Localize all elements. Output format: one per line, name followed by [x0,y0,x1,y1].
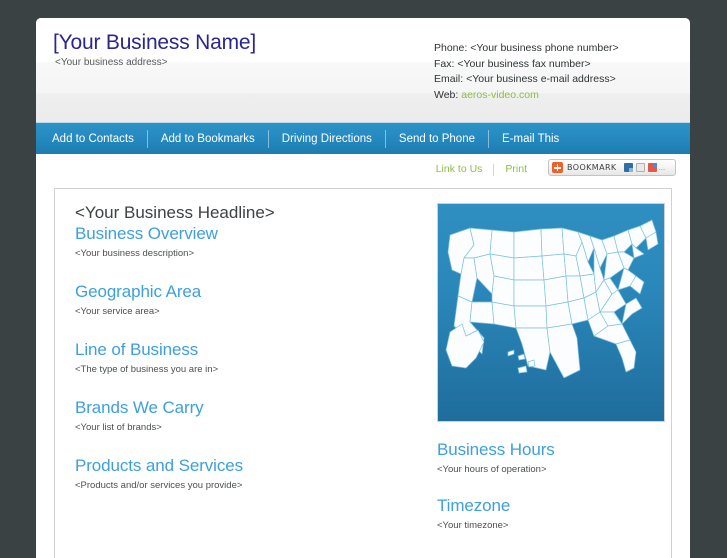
business-headline: <Your Business Headline> [75,203,275,222]
page-header: [Your Business Name] <Your business addr… [36,18,690,122]
usa-service-area-map [437,203,665,422]
contact-fax: Fax: <Your business fax number> [434,57,591,70]
section-line-of-business: Line of Business <The type of business y… [75,340,435,375]
nav-email-this[interactable]: E-mail This [488,129,572,148]
section-geographic-area: Geographic Area <Your service area> [75,282,435,317]
section-heading: Brands We Carry [75,398,204,417]
section-body: <Your service area> [75,306,160,317]
section-body: <Your hours of operation> [437,464,547,475]
utility-links: Link to Us Print [425,163,538,176]
section-body: <Your timezone> [437,520,509,531]
share-service-icons [623,163,657,172]
bookmark-label: BOOKMARK [567,163,617,172]
listing-content-panel: <Your Business Headline> Business Overvi… [54,188,672,558]
usa-map-icon [445,219,659,378]
left-content-column: <Your Business Headline> Business Overvi… [75,203,435,514]
share-service-icon-3[interactable] [647,163,657,172]
more-services-icon[interactable]: ... [659,163,666,172]
section-heading: Business Overview [75,224,218,243]
section-brands-we-carry: Brands We Carry <Your list of brands> [75,398,435,433]
plus-icon [552,162,563,173]
section-body: <Your list of brands> [75,422,162,433]
section-heading: Products and Services [75,456,243,475]
section-business-hours: Business Hours <Your hours of operation> [437,440,667,475]
section-body: <The type of business you are in> [75,364,219,375]
nav-add-to-contacts[interactable]: Add to Contacts [39,130,147,148]
nav-add-to-bookmarks[interactable]: Add to Bookmarks [146,129,268,148]
bookmark-share-button[interactable]: BOOKMARK ... [548,159,676,176]
business-name: [Your Business Name] [53,31,256,54]
utility-bar: Link to Us Print BOOKMARK ... [36,154,690,188]
section-body: <Your business description> [75,248,195,259]
nav-send-to-phone[interactable]: Send to Phone [384,129,488,148]
contact-info-block: Phone: <Your business phone number> Fax:… [434,41,619,103]
section-heading: Timezone [437,496,511,515]
section-business-overview: Business Overview <Your business descrip… [75,224,435,259]
nav-driving-directions[interactable]: Driving Directions [267,129,385,148]
section-heading: Geographic Area [75,282,202,301]
share-service-icon-2[interactable] [635,163,645,172]
action-navbar: Add to Contacts Add to Bookmarks Driving… [36,122,690,154]
contact-web-label: Web: [434,88,459,101]
section-products-and-services: Products and Services <Products and/or s… [75,456,435,491]
business-website-link[interactable]: aeros-video.com [461,89,539,101]
section-heading: Line of Business [75,340,199,359]
section-timezone: Timezone <Your timezone> [437,496,667,531]
contact-web: Web: aeros-video.com [434,88,619,104]
section-heading: Business Hours [437,440,555,459]
section-body: <Products and/or services you provide> [75,480,243,491]
share-service-icon-1[interactable] [623,163,633,172]
link-to-us-link[interactable]: Link to Us [425,163,494,176]
business-address: <Your business address> [55,57,168,68]
right-content-column: Business Hours <Your hours of operation>… [437,203,667,552]
contact-phone: Phone: <Your business phone number> [434,42,619,54]
contact-email: Email: <Your business e-mail address> [434,73,616,86]
print-link[interactable]: Print [494,163,538,176]
business-listing-page: [Your Business Name] <Your business addr… [36,18,690,558]
